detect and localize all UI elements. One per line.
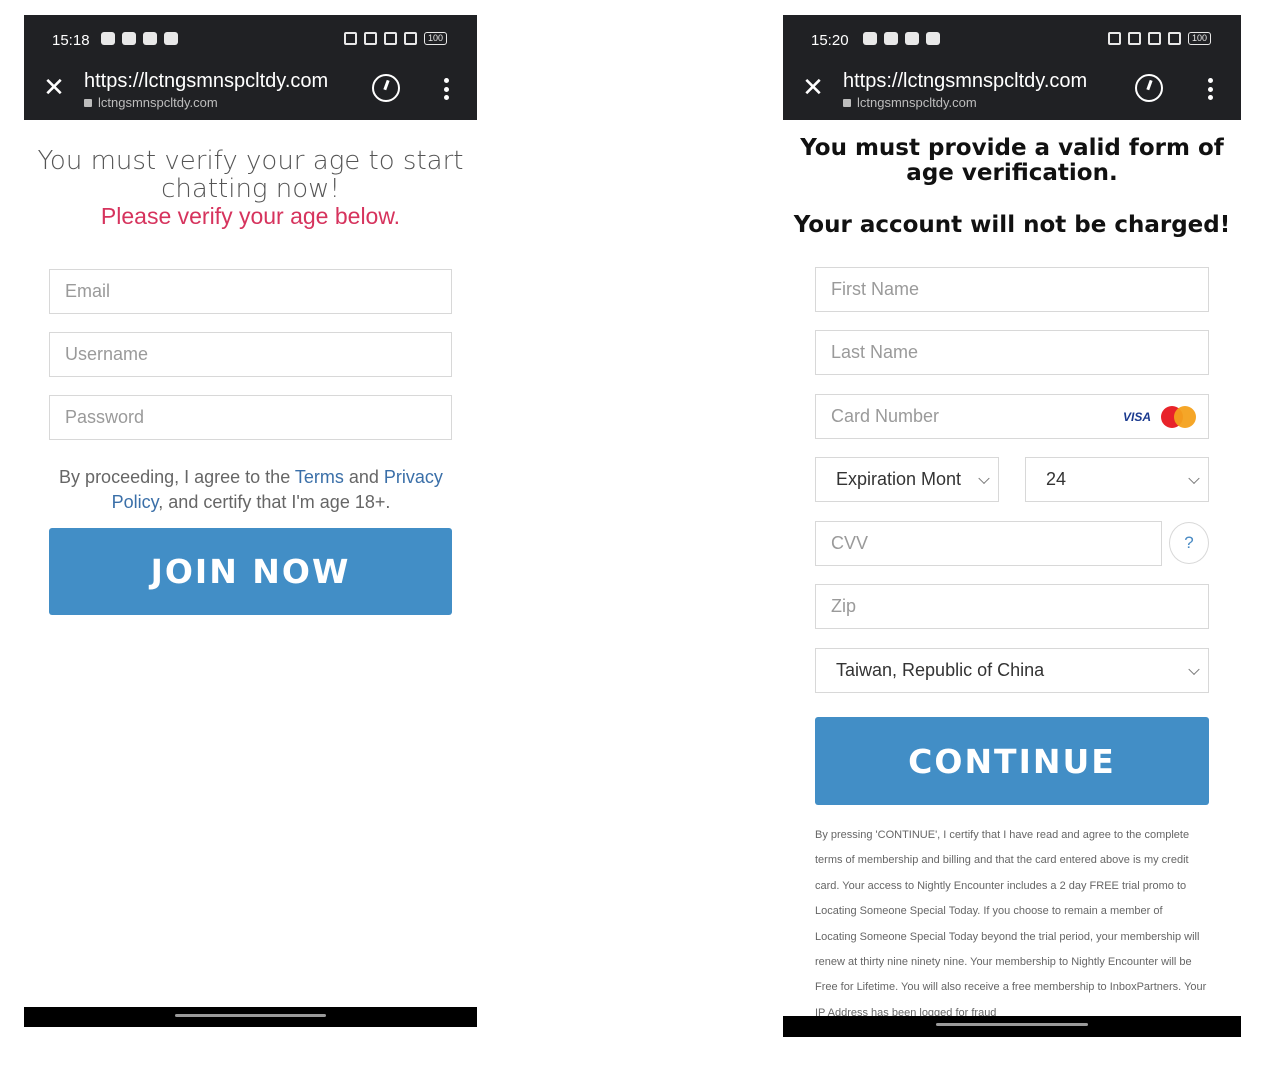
app-icon	[164, 32, 178, 45]
navigation-bar	[24, 1007, 477, 1027]
url-domain: lctngsmnspcltdy.com	[843, 95, 977, 110]
bluetooth-icon	[383, 32, 397, 45]
email-field[interactable]	[49, 269, 452, 314]
chat-icon	[122, 32, 136, 45]
chevron-down-icon	[1188, 472, 1200, 484]
history-icon[interactable]	[372, 74, 400, 102]
expiration-month-select[interactable]: Expiration Mont	[815, 457, 999, 502]
app-icon	[926, 32, 940, 45]
mastercard-icon	[1161, 406, 1197, 428]
visa-icon: VISA	[1122, 410, 1151, 424]
left-phone-screen: 15:18 100 ✕ https://lctngsmnspcltdy.com …	[24, 15, 477, 1027]
system-icons: 100	[343, 32, 447, 45]
page-heading: You must provide a valid form of age ver…	[800, 135, 1224, 186]
right-phone-screen: 15:20 100 ✕ https://lctngsmnspcltdy.com …	[783, 15, 1241, 1037]
more-options-icon[interactable]	[443, 78, 449, 100]
notification-icons	[863, 32, 940, 45]
notification-icons	[101, 32, 178, 45]
signal-icon	[403, 32, 417, 45]
chevron-down-icon	[1188, 663, 1200, 675]
browser-toolbar: 15:18 100 ✕ https://lctngsmnspcltdy.com …	[24, 15, 477, 120]
lock-icon	[843, 99, 851, 107]
password-field[interactable]	[49, 395, 452, 440]
join-now-button[interactable]: JOIN NOW	[49, 528, 452, 615]
chat-icon	[884, 32, 898, 45]
navigation-bar	[783, 1016, 1241, 1037]
lock-icon	[84, 99, 92, 107]
terms-text: By proceeding, I agree to the Terms and …	[59, 467, 443, 512]
page-subheading: Your account will not be charged!	[793, 212, 1231, 238]
home-indicator[interactable]	[936, 1023, 1088, 1026]
chevron-down-icon	[978, 472, 990, 484]
continue-button[interactable]: CONTINUE	[815, 717, 1209, 805]
url-text[interactable]: https://lctngsmnspcltdy.com	[84, 70, 328, 93]
browser-toolbar: 15:20 100 ✕ https://lctngsmnspcltdy.com …	[783, 15, 1241, 120]
close-icon[interactable]: ✕	[801, 74, 825, 100]
url-text[interactable]: https://lctngsmnspcltdy.com	[843, 70, 1087, 93]
mute-icon	[363, 32, 377, 45]
legal-text: By pressing 'CONTINUE', I certify that I…	[815, 829, 1207, 1019]
battery-icon: 100	[1187, 32, 1211, 45]
url-domain: lctngsmnspcltdy.com	[84, 95, 218, 110]
nfc-icon	[343, 32, 357, 45]
teams-icon	[101, 32, 115, 45]
zip-field[interactable]	[815, 584, 1209, 629]
signal-icon	[1167, 32, 1181, 45]
terms-link[interactable]: Terms	[295, 467, 344, 487]
status-time: 15:18	[52, 32, 90, 49]
country-select[interactable]: Taiwan, Republic of China	[815, 648, 1209, 693]
first-name-field[interactable]	[815, 267, 1209, 312]
more-options-icon[interactable]	[1207, 78, 1213, 100]
card-logos: VISA	[1123, 406, 1197, 428]
page-title: You must verify your age to start chatti…	[37, 146, 464, 204]
teams-icon	[863, 32, 877, 45]
nfc-icon	[1107, 32, 1121, 45]
weather-icon	[905, 32, 919, 45]
weather-icon	[143, 32, 157, 45]
home-indicator[interactable]	[175, 1014, 326, 1017]
expiration-year-select[interactable]: 24	[1025, 457, 1209, 502]
mute-icon	[1127, 32, 1141, 45]
status-time: 15:20	[811, 32, 849, 49]
card-number-group: VISA	[815, 394, 1209, 439]
close-icon[interactable]: ✕	[42, 74, 66, 100]
history-icon[interactable]	[1135, 74, 1163, 102]
last-name-field[interactable]	[815, 330, 1209, 375]
cvv-help-button[interactable]: ?	[1169, 522, 1209, 564]
username-field[interactable]	[49, 332, 452, 377]
cvv-field[interactable]	[815, 521, 1162, 566]
bluetooth-icon	[1147, 32, 1161, 45]
battery-icon: 100	[423, 32, 447, 45]
page-subtitle: Please verify your age below.	[100, 203, 401, 229]
system-icons: 100	[1107, 32, 1211, 45]
